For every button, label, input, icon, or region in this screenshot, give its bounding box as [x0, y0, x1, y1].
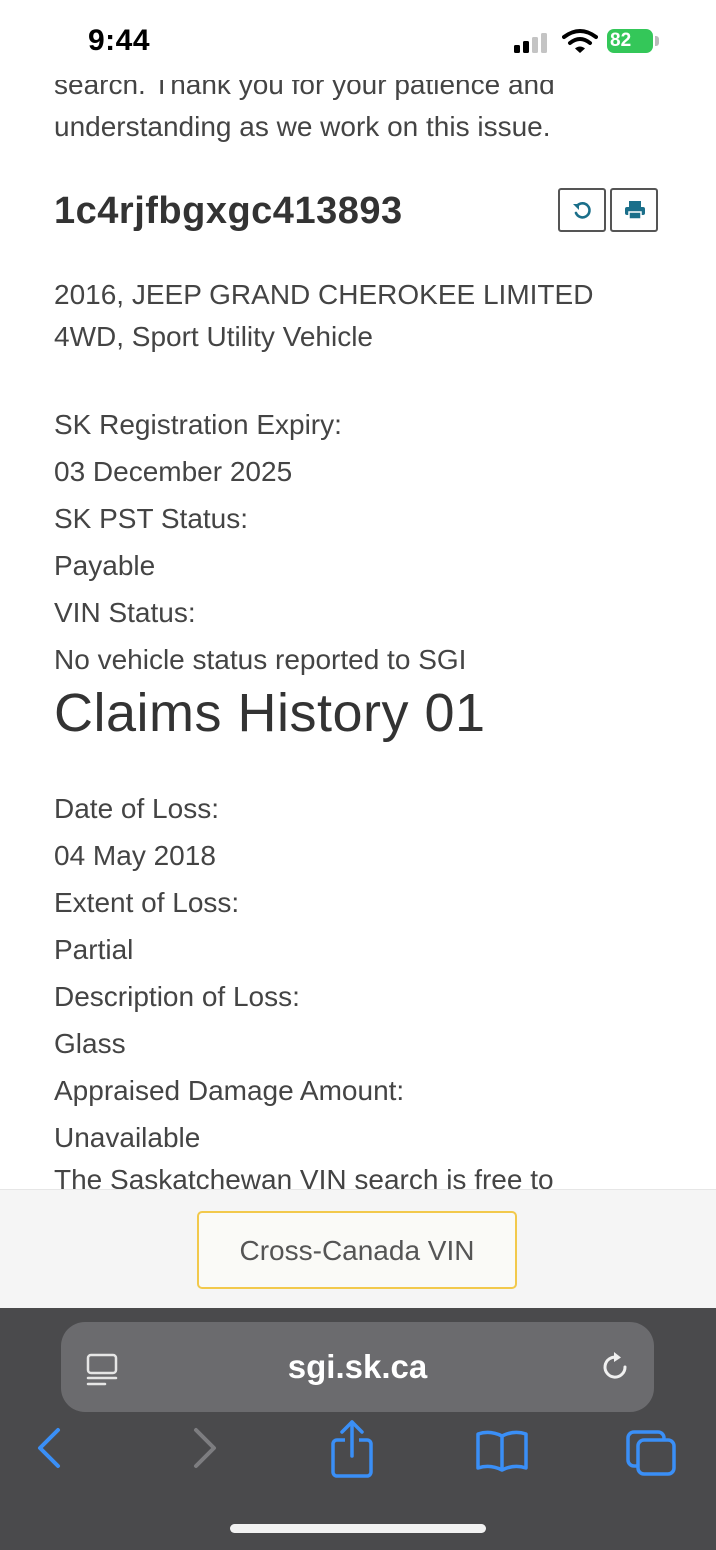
- battery-icon: 82: [607, 29, 653, 53]
- forward-chevron-icon[interactable]: [184, 1426, 224, 1470]
- cross-canada-vin-button[interactable]: Cross-Canada VIN: [197, 1211, 517, 1289]
- print-icon: [625, 201, 645, 220]
- battery-nub: [655, 36, 659, 46]
- extent-of-loss-label: Extent of Loss:: [54, 887, 240, 918]
- claims-history-heading: Claims History 01: [54, 683, 486, 743]
- browser-toolbar: sgi.sk.ca: [0, 1308, 716, 1550]
- status-bar: 9:44 82: [0, 0, 716, 80]
- status-time: 9:44: [88, 24, 151, 57]
- registration-expiry-label: SK Registration Expiry:: [54, 409, 342, 440]
- address-bar[interactable]: sgi.sk.ca: [61, 1322, 654, 1412]
- vin-heading: 1c4rjfbgxgc413893: [54, 190, 403, 232]
- date-of-loss-value: 04 May 2018: [54, 840, 216, 871]
- appraised-damage-value: Unavailable: [54, 1122, 201, 1153]
- print-button[interactable]: [610, 188, 658, 232]
- extent-of-loss-value: Partial: [54, 934, 134, 965]
- share-icon[interactable]: [328, 1418, 376, 1478]
- registration-fields: SK Registration Expiry: 03 December 2025…: [54, 401, 466, 683]
- vin-status-value: No vehicle status reported to SGI: [54, 644, 467, 675]
- reset-icon: [573, 202, 591, 219]
- wifi-icon: [562, 29, 598, 53]
- vehicle-description: 2016, JEEP GRAND CHEROKEE LIMITED 4WD, S…: [54, 279, 594, 352]
- sticky-action-bar: Cross-Canada VIN: [0, 1189, 716, 1310]
- back-chevron-icon[interactable]: [30, 1426, 70, 1470]
- cellular-signal-icon: [514, 33, 554, 53]
- registration-expiry-value: 03 December 2025: [54, 456, 293, 487]
- date-of-loss-label: Date of Loss:: [54, 793, 219, 824]
- description-of-loss-label: Description of Loss:: [54, 981, 300, 1012]
- pst-status-label: SK PST Status:: [54, 503, 249, 534]
- vin-status-label: VIN Status:: [54, 597, 196, 628]
- pst-status-value: Payable: [54, 550, 156, 581]
- appraised-damage-label: Appraised Damage Amount:: [54, 1075, 405, 1106]
- reload-icon[interactable]: [597, 1349, 633, 1385]
- description-of-loss-value: Glass: [54, 1028, 126, 1059]
- reset-button[interactable]: [558, 188, 606, 232]
- home-indicator: [230, 1524, 486, 1533]
- bookmarks-icon[interactable]: [474, 1428, 530, 1472]
- claims-fields: Date of Loss: 04 May 2018 Extent of Loss…: [54, 785, 404, 1161]
- url-text: sgi.sk.ca: [287, 1348, 428, 1385]
- battery-level: 82: [610, 30, 632, 51]
- tabs-icon[interactable]: [624, 1428, 680, 1478]
